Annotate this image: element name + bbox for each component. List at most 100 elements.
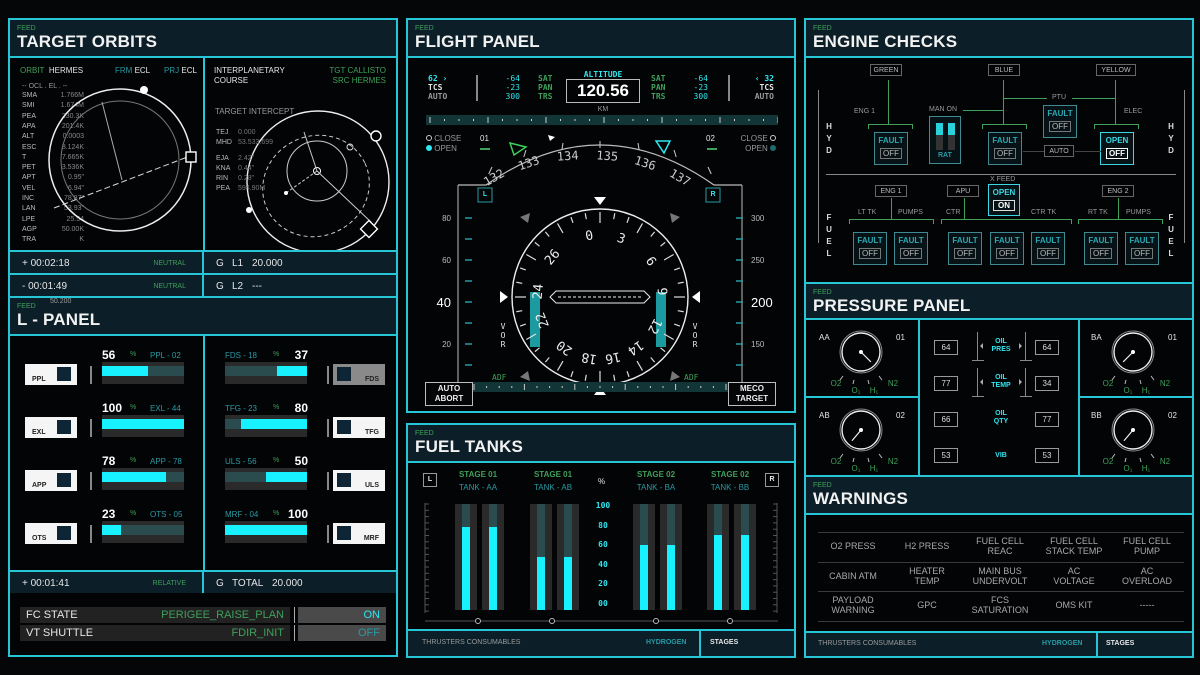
timer-strip-2: - 00:01:49 NEUTRAL xyxy=(8,273,204,298)
fuel-source: APU xyxy=(947,185,979,197)
fault-switch[interactable]: OFF xyxy=(880,148,902,159)
fuel-pump-fault-7[interactable]: FAULT OFF xyxy=(1125,232,1159,265)
warning-indicator: GPC xyxy=(917,600,937,610)
switch-exl[interactable]: EXL xyxy=(25,417,77,438)
switch-ots[interactable]: OTS xyxy=(25,523,77,544)
switch-ppl[interactable]: PPL xyxy=(25,364,77,385)
panel-title: ENGINE CHECKS xyxy=(813,32,958,51)
fuel-pump-fault-1[interactable]: FAULT OFF xyxy=(853,232,887,265)
fuel-pump-fault-5[interactable]: FAULT OFF xyxy=(1031,232,1065,265)
compass-tick xyxy=(584,374,587,381)
section-divider xyxy=(826,174,1176,175)
separator xyxy=(90,472,92,490)
level-bar-track xyxy=(225,362,307,384)
vor-letter: O xyxy=(500,331,506,340)
fuel-line xyxy=(1078,219,1079,224)
level-bar-track xyxy=(102,362,184,384)
switch-app[interactable]: APP xyxy=(25,470,77,491)
fault-status: FAULT xyxy=(1129,236,1155,245)
x-feed-switch[interactable]: OPEN ON xyxy=(988,184,1020,216)
switch-uls[interactable]: ULS xyxy=(333,470,385,491)
fault-switch[interactable]: OFF xyxy=(859,248,881,259)
panel-header: FEED PRESSURE PANEL xyxy=(806,284,1192,320)
percent-sign: % xyxy=(130,510,137,517)
separator xyxy=(90,366,92,384)
x-feed-toggle[interactable]: ON xyxy=(993,200,1015,211)
compass-tick xyxy=(613,213,616,220)
compass-tick xyxy=(663,253,674,261)
hydrogen-mode[interactable]: HYDROGEN xyxy=(646,639,686,646)
ptu-label: PTU xyxy=(1052,94,1066,101)
panel-header: FEED FLIGHT PANEL xyxy=(408,20,794,58)
right-labels: SAT PAN TRS xyxy=(651,74,665,101)
gauge-scale-label: H₁ xyxy=(1142,386,1151,395)
warnings-panel: FEED WARNINGS O2 PRESS H2 PRESS FUEL CELL R… xyxy=(804,475,1194,658)
right-scale-label: 250 xyxy=(751,256,765,265)
rat-lever-1 xyxy=(936,123,943,135)
warning-indicator: O2 PRESS xyxy=(830,541,876,551)
eng1-hyd-fault[interactable]: FAULT OFF xyxy=(874,132,908,165)
stages-tab[interactable]: STAGES xyxy=(1106,640,1134,647)
hyd-line xyxy=(1094,124,1095,129)
fault-switch[interactable]: OFF xyxy=(996,248,1018,259)
fc-state-row: FC STATE PERIGEE_RAISE_PLAN xyxy=(20,607,290,623)
vt-shuttle-toggle[interactable]: OFF xyxy=(298,625,386,641)
r-button[interactable]: R xyxy=(706,188,720,202)
blue-hyd-fault[interactable]: FAULT OFF xyxy=(988,132,1022,165)
meco-target-button[interactable]: MECO TARGET xyxy=(728,382,776,406)
auto-button[interactable]: AUTO xyxy=(1044,145,1074,157)
l-button[interactable]: L xyxy=(478,188,492,202)
fault-switch[interactable]: OFF xyxy=(1049,121,1071,132)
channel-code: APP - 78 xyxy=(150,457,182,466)
fault-switch[interactable]: OFF xyxy=(1106,148,1128,159)
fault-switch[interactable]: OFF xyxy=(954,248,976,259)
auto-abort-button[interactable]: AUTO ABORT xyxy=(425,382,473,406)
gauge-scale-label: O2 xyxy=(831,457,842,466)
fuel-pump-fault-2[interactable]: FAULT OFF xyxy=(894,232,928,265)
left-value-box: 53 xyxy=(934,448,958,463)
intercept-value: 0.44" xyxy=(238,165,255,172)
fault-switch[interactable]: OFF xyxy=(994,148,1016,159)
hyd-line xyxy=(963,110,1003,111)
switch-indicator xyxy=(57,473,71,487)
switch-indicator xyxy=(337,473,351,487)
fault-switch[interactable]: OFF xyxy=(1090,248,1112,259)
element-key: VEL xyxy=(22,184,36,192)
fault-switch[interactable]: OFF xyxy=(1037,248,1059,259)
separator xyxy=(90,419,92,437)
compass-tick xyxy=(674,323,681,327)
warning-indicator: ----- xyxy=(1139,600,1155,610)
stages-tab[interactable]: STAGES xyxy=(710,639,738,646)
warning-indicator: FUEL CELL REAC xyxy=(976,536,1024,556)
elec-open-switch[interactable]: OPEN OFF xyxy=(1100,132,1134,165)
state-panel: FC STATE PERIGEE_RAISE_PLAN ON VT SHUTTL… xyxy=(8,593,398,657)
compass-tick xyxy=(556,360,564,371)
fuel-line xyxy=(891,198,892,219)
fc-state-toggle[interactable]: ON xyxy=(298,607,386,623)
compass-tick xyxy=(570,216,574,223)
compass-tick xyxy=(544,357,550,363)
level-bar-track xyxy=(102,415,184,437)
fuel-pump-fault-6[interactable]: FAULT OFF xyxy=(1084,232,1118,265)
switch-tfg[interactable]: TFG xyxy=(333,417,385,438)
hydrogen-mode[interactable]: HYDROGEN xyxy=(1042,640,1082,647)
elec-label: ELEC xyxy=(1124,108,1143,115)
fuel-line xyxy=(1162,219,1163,224)
switch-mrf[interactable]: MRF xyxy=(333,523,385,544)
feed-label: FEED xyxy=(17,303,36,310)
intercept-value-row: PEA 594.90M xyxy=(216,185,306,192)
fault-switch[interactable]: OFF xyxy=(900,248,922,259)
rat-switch[interactable]: RAT xyxy=(929,116,961,164)
panel-title: WARNINGS xyxy=(813,489,909,508)
fuel-pump-fault-4[interactable]: FAULT OFF xyxy=(990,232,1024,265)
fuel-pump-fault-3[interactable]: FAULT OFF xyxy=(948,232,982,265)
switch-indicator xyxy=(337,420,351,434)
fault-switch[interactable]: OFF xyxy=(1131,248,1153,259)
warning-indicator: FCS SATURATION xyxy=(971,595,1029,615)
frame-readout: FRM ECL xyxy=(115,66,151,75)
left-value-box: 77 xyxy=(934,376,958,391)
top-tick-scale xyxy=(426,115,778,125)
switch-fds[interactable]: FDS xyxy=(333,364,385,385)
hyd-line xyxy=(1094,124,1138,125)
ptu-fault[interactable]: FAULT OFF xyxy=(1043,105,1077,138)
